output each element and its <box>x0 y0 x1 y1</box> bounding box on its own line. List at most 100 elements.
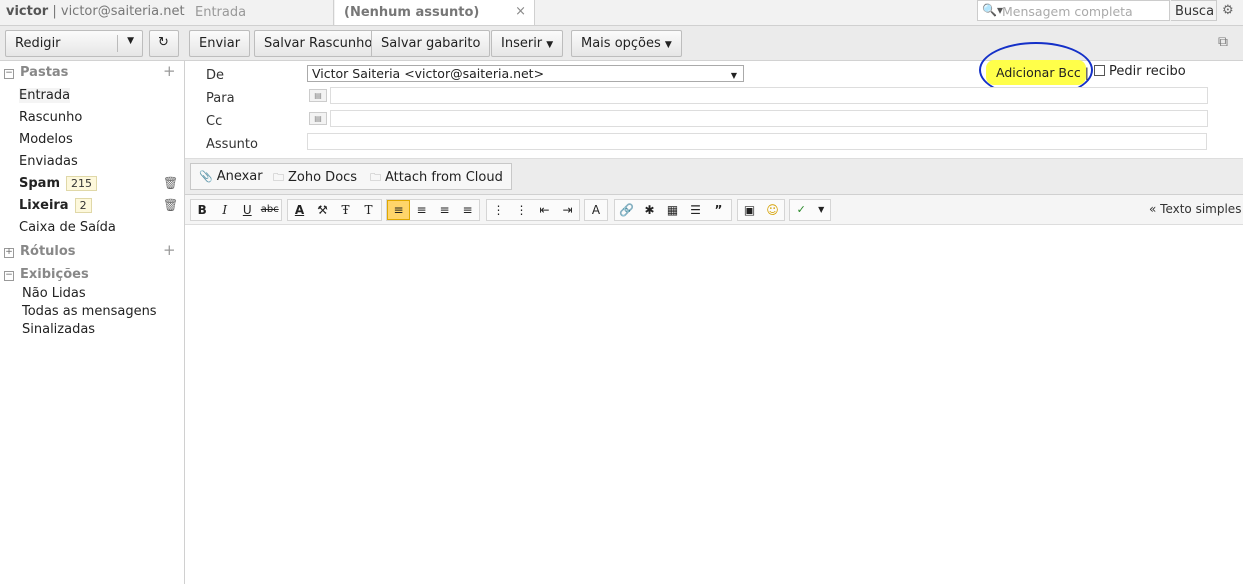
paperclip-icon: 📎 <box>199 170 213 183</box>
font-family-icon[interactable]: Ŧ <box>334 200 357 220</box>
username: victor <box>6 4 49 19</box>
views-section-header[interactable]: − Exibições <box>4 267 89 282</box>
trash-icon[interactable]: 🗑 <box>163 176 178 190</box>
align-group: ≡ ≡ ≡ ≡ <box>386 199 480 221</box>
request-receipt-label: Pedir recibo <box>1109 64 1186 79</box>
bulleted-list-icon[interactable]: ⋮ <box>487 200 510 220</box>
from-value: Victor Saiteria <victor@saiteria.net> <box>312 66 545 81</box>
chevron-down-icon[interactable]: ▼ <box>127 36 134 46</box>
checkbox[interactable] <box>1094 65 1105 76</box>
labels-section-header[interactable]: + Rótulos <box>4 244 76 259</box>
sidebar-item-rascunho[interactable]: Rascunho <box>19 110 82 125</box>
align-left-icon[interactable]: ≡ <box>387 200 410 220</box>
underline-icon[interactable]: U <box>236 200 259 220</box>
numbered-list-icon[interactable]: ⋮ <box>510 200 533 220</box>
view-item-todas[interactable]: Todas as mensagens <box>22 304 157 319</box>
attach-button[interactable]: 📎 Anexar <box>190 163 272 190</box>
search-placeholder: Mensagem completa <box>1002 4 1133 19</box>
search-button[interactable]: Busca <box>1171 0 1217 21</box>
tab-compose-label: (Nenhum assunto) <box>344 5 480 20</box>
align-right-icon[interactable]: ≡ <box>410 200 433 220</box>
address-book-icon[interactable]: ▤ <box>309 89 327 102</box>
view-item-sinalizadas[interactable]: Sinalizadas <box>22 322 95 337</box>
insert-button[interactable]: Inserir ▼ <box>491 30 564 57</box>
labels-title: Rótulos <box>20 244 76 259</box>
quote-icon[interactable]: ” <box>707 200 730 220</box>
italic-icon[interactable]: I <box>214 200 237 220</box>
tab-entrada[interactable]: Entrada <box>186 0 334 25</box>
sidebar-item-entrada[interactable]: Entrada <box>19 88 71 103</box>
compose-label: Redigir <box>15 36 61 51</box>
save-template-button[interactable]: Salvar gabarito <box>371 30 491 57</box>
plain-text-link[interactable]: « Texto simples <box>1149 202 1241 216</box>
collapse-icon[interactable]: − <box>4 69 14 79</box>
table-icon[interactable]: ▦ <box>661 200 684 220</box>
folder-icon: 🗀 <box>370 171 381 184</box>
spellcheck-icon[interactable]: ✓ <box>790 200 812 220</box>
add-bcc-link[interactable]: Adicionar Bcc | <box>986 60 1089 85</box>
more-options-button[interactable]: Mais opções ▼ <box>571 30 682 57</box>
horizontal-line-icon[interactable]: ☰ <box>684 200 707 220</box>
outdent-icon[interactable]: ⇤ <box>533 200 556 220</box>
add-label-icon[interactable]: + <box>163 241 176 259</box>
sidebar-item-lixeira[interactable]: Lixeira 2 <box>19 198 92 213</box>
to-field[interactable] <box>330 87 1208 104</box>
attach-from-cloud-button[interactable]: 🗀 Attach from Cloud <box>362 163 512 190</box>
justify-icon[interactable]: ≡ <box>433 200 456 220</box>
link-icon[interactable]: 🔗 <box>615 200 638 220</box>
to-label: Para <box>206 91 235 106</box>
popout-icon[interactable]: ⧉ <box>1218 34 1228 50</box>
font-color-icon[interactable]: A <box>288 200 311 220</box>
bold-icon[interactable]: B <box>191 200 214 220</box>
strikethrough-icon[interactable]: abc <box>259 200 282 220</box>
sidebar-item-enviadas[interactable]: Enviadas <box>19 154 78 169</box>
compose-divider <box>117 35 118 52</box>
unlink-icon[interactable]: ✱ <box>638 200 661 220</box>
from-label: De <box>206 68 225 83</box>
tab-compose[interactable]: (Nenhum assunto) × <box>335 0 535 25</box>
close-icon[interactable]: × <box>515 4 526 19</box>
from-select[interactable]: Victor Saiteria <victor@saiteria.net> ▼ <box>307 65 744 82</box>
sidebar-item-modelos[interactable]: Modelos <box>19 132 73 147</box>
subject-field[interactable] <box>307 133 1207 150</box>
font-group: A ⚒ Ŧ T <box>287 199 382 221</box>
media-group: ▣ ☺ <box>737 199 785 221</box>
trash-icon[interactable]: 🗑 <box>163 198 178 212</box>
cc-field[interactable] <box>330 110 1208 127</box>
sidebar-item-caixa-de-saida[interactable]: Caixa de Saída <box>19 220 116 235</box>
spellcheck-group: ✓ ▼ <box>789 199 831 221</box>
cloud-label: Attach from Cloud <box>385 170 503 185</box>
zoho-docs-button[interactable]: 🗀 Zoho Docs <box>265 163 367 190</box>
add-folder-icon[interactable]: + <box>163 62 176 80</box>
search-input[interactable]: 🔍▾ Mensagem completa <box>977 0 1170 21</box>
chevron-down-icon[interactable]: ▼ <box>812 200 830 220</box>
collapse-icon[interactable]: − <box>4 271 14 281</box>
views-title: Exibições <box>20 267 89 282</box>
address-book-icon[interactable]: ▤ <box>309 112 327 125</box>
settings-icon[interactable]: ⚙ <box>1222 3 1234 18</box>
send-button[interactable]: Enviar <box>189 30 251 57</box>
account-separator: | <box>52 4 57 19</box>
emoji-icon[interactable]: ☺ <box>761 200 784 220</box>
compose-button[interactable]: Redigir ▼ <box>5 30 143 57</box>
font-size-icon[interactable]: T <box>357 200 380 220</box>
cc-label: Cc <box>206 114 223 129</box>
image-icon[interactable]: ▣ <box>738 200 761 220</box>
spam-label: Spam <box>19 176 60 191</box>
background-color-icon[interactable]: ⚒ <box>311 200 334 220</box>
request-receipt-checkbox[interactable]: Pedir recibo <box>1094 64 1186 79</box>
save-draft-button[interactable]: Salvar Rascunho <box>254 30 382 57</box>
clear-formatting-icon[interactable]: A <box>585 200 607 220</box>
indent-icon[interactable]: ⇥ <box>556 200 579 220</box>
folders-section-header[interactable]: − Pastas <box>4 65 68 80</box>
search-icon[interactable]: 🔍▾ <box>982 3 1003 17</box>
expand-icon[interactable]: + <box>4 248 14 258</box>
message-body-editor[interactable] <box>185 225 1243 584</box>
insert-group: 🔗 ✱ ▦ ☰ ” <box>614 199 732 221</box>
lixeira-count-badge: 2 <box>74 198 92 213</box>
subject-label: Assunto <box>206 137 258 152</box>
sidebar-item-spam[interactable]: Spam 215 <box>19 176 97 191</box>
refresh-button[interactable]: ↻ <box>149 30 179 57</box>
align-center-icon[interactable]: ≡ <box>456 200 479 220</box>
view-item-nao-lidas[interactable]: Não Lidas <box>22 286 86 301</box>
